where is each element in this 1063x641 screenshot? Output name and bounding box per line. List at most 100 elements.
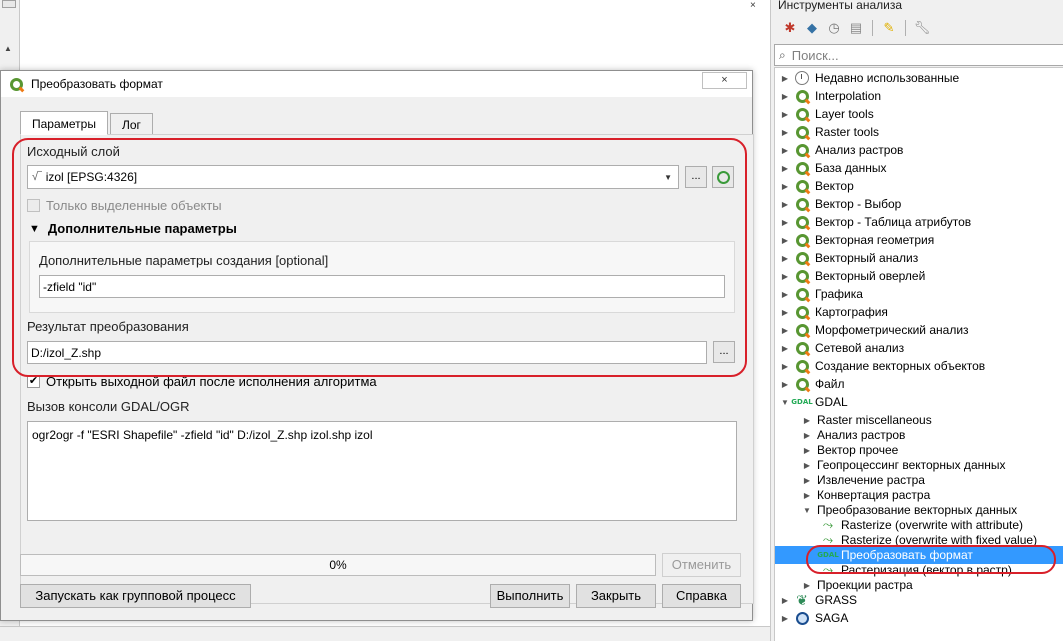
tree-item[interactable]: ▶ Анализ растров — [775, 141, 1063, 159]
qgis-logo-icon — [10, 78, 23, 91]
tree-item[interactable]: ▶ Вектор - Таблица атрибутов — [775, 213, 1063, 231]
tree-item[interactable]: ▶ Raster tools — [775, 123, 1063, 141]
tree-item-label: Raster miscellaneous — [817, 413, 932, 427]
cancel-button[interactable]: Отменить — [662, 553, 741, 577]
expand-arrow-icon[interactable]: ▶ — [801, 581, 813, 590]
gears-icon[interactable]: ✱ — [781, 19, 799, 37]
tree-item[interactable]: ▼ GDAL GDAL — [775, 393, 1063, 411]
expand-arrow-icon[interactable]: ▶ — [779, 92, 791, 101]
expand-arrow-icon[interactable]: ▶ — [779, 146, 791, 155]
qgis-icon — [795, 215, 809, 229]
expand-arrow-icon[interactable]: ▶ — [779, 308, 791, 317]
qgis-icon — [795, 179, 809, 193]
grass-icon: ❦ — [796, 591, 808, 608]
qgis-icon — [795, 269, 809, 283]
edit-icon[interactable]: ✎ — [880, 19, 898, 37]
tree-item[interactable]: ▶ Векторный анализ — [775, 249, 1063, 267]
expand-arrow-icon[interactable]: ▶ — [779, 182, 791, 191]
chevron-up-icon[interactable]: ▲ — [4, 44, 12, 53]
tree-item[interactable]: ▶ База данных — [775, 159, 1063, 177]
python-icon[interactable]: ◆ — [803, 19, 821, 37]
search-placeholder: Поиск... — [791, 47, 839, 63]
results-icon[interactable]: ▤ — [847, 19, 865, 37]
gdal-icon: GDAL — [791, 398, 813, 406]
tree-item[interactable]: ▶ Векторная геометрия — [775, 231, 1063, 249]
expand-arrow-icon[interactable]: ▶ — [779, 110, 791, 119]
expand-arrow-icon[interactable]: ▶ — [779, 200, 791, 209]
tree-item-label: Вектор прочее — [817, 443, 899, 457]
toolbar-button[interactable] — [2, 0, 16, 8]
qgis-icon — [795, 359, 809, 373]
tree-item[interactable]: ▶ Layer tools — [775, 105, 1063, 123]
tree-item[interactable]: ▶ Морфометрический анализ — [775, 321, 1063, 339]
dialog-tabs: Параметры Лог — [20, 111, 155, 135]
expand-arrow-icon[interactable]: ▶ — [779, 380, 791, 389]
rasterize-icon: ⤳ — [822, 517, 834, 532]
expand-arrow-icon[interactable]: ▶ — [779, 326, 791, 335]
expand-arrow-icon[interactable]: ▶ — [801, 491, 813, 500]
expand-arrow-icon[interactable]: ▶ — [779, 218, 791, 227]
tree-item-label: GRASS — [815, 593, 858, 607]
qgis-icon — [795, 287, 809, 301]
expand-arrow-icon[interactable]: ▶ — [801, 431, 813, 440]
expand-arrow-icon[interactable]: ▶ — [779, 236, 791, 245]
highlight-annotation — [806, 545, 1056, 574]
console-command-text[interactable]: ogr2ogr -f "ESRI Shapefile" -zfield "id"… — [27, 421, 737, 521]
tab-log[interactable]: Лог — [109, 113, 153, 135]
tree-item-label: Недавно использованные — [815, 71, 960, 85]
close-icon[interactable]: × — [702, 72, 747, 89]
history-icon[interactable]: ◷ — [825, 19, 843, 37]
expand-arrow-icon[interactable]: ▶ — [779, 74, 791, 83]
tree-item-label: Файл — [815, 377, 845, 391]
tree-item-label: Картография — [815, 305, 888, 319]
expand-arrow-icon[interactable]: ▶ — [801, 446, 813, 455]
collapse-arrow-icon[interactable]: ▼ — [801, 506, 813, 515]
expand-arrow-icon[interactable]: ▶ — [801, 461, 813, 470]
qgis-icon — [795, 197, 809, 211]
run-button[interactable]: Выполнить — [490, 584, 570, 608]
search-input[interactable]: ⌕ Поиск... — [774, 44, 1063, 66]
clock-icon — [795, 71, 809, 85]
qgis-icon — [795, 89, 809, 103]
expand-arrow-icon[interactable]: ▶ — [779, 344, 791, 353]
tree-item[interactable]: ▶ Файл — [775, 375, 1063, 393]
options-icon[interactable]: 🔧︎ — [913, 19, 931, 37]
expand-arrow-icon[interactable]: ▶ — [779, 254, 791, 263]
qgis-icon — [795, 107, 809, 121]
tree-item[interactable]: ▶ Создание векторных объектов — [775, 357, 1063, 375]
tree-item-label: Извлечение растра — [817, 473, 925, 487]
close-icon[interactable]: × — [750, 0, 756, 11]
expand-arrow-icon[interactable]: ▶ — [779, 128, 791, 137]
expand-arrow-icon[interactable]: ▶ — [779, 614, 791, 623]
tree-item[interactable]: ▶ ❦ GRASS — [775, 591, 1063, 609]
close-button[interactable]: Закрыть — [576, 584, 656, 608]
expand-arrow-icon[interactable]: ▶ — [801, 416, 813, 425]
toolbar-separator — [872, 20, 873, 36]
tree-item-label: Морфометрический анализ — [815, 323, 969, 337]
status-bar — [0, 626, 770, 641]
help-button[interactable]: Справка — [662, 584, 741, 608]
expand-arrow-icon[interactable]: ▶ — [779, 290, 791, 299]
batch-process-button[interactable]: Запускать как групповой процесс — [20, 584, 251, 608]
tree-item[interactable]: ▶ Interpolation — [775, 87, 1063, 105]
tree-item[interactable]: ▶ Векторный оверлей — [775, 267, 1063, 285]
expand-arrow-icon[interactable]: ▶ — [801, 476, 813, 485]
expand-arrow-icon[interactable]: ▶ — [779, 596, 791, 605]
tree-item-label: SAGA — [815, 611, 849, 625]
tab-parameters[interactable]: Параметры — [20, 111, 108, 135]
toolbox-toolbar: ✱ ◆ ◷ ▤ ✎ 🔧︎ — [781, 18, 931, 38]
expand-arrow-icon[interactable]: ▶ — [779, 272, 791, 281]
tree-item[interactable]: ▶ Вектор - Выбор — [775, 195, 1063, 213]
qgis-icon — [795, 125, 809, 139]
collapse-arrow-icon[interactable]: ▼ — [779, 398, 791, 407]
tree-item[interactable]: ▶ Графика — [775, 285, 1063, 303]
tree-item[interactable]: ▶ SAGA — [775, 609, 1063, 627]
tree-item[interactable]: ▶ Картография — [775, 303, 1063, 321]
tree-item[interactable]: ▶ Сетевой анализ — [775, 339, 1063, 357]
tree-item[interactable]: ▶ Вектор — [775, 177, 1063, 195]
expand-arrow-icon[interactable]: ▶ — [779, 164, 791, 173]
tree-item[interactable]: ▶ Недавно использованные — [775, 69, 1063, 87]
expand-arrow-icon[interactable]: ▶ — [779, 362, 791, 371]
highlight-annotation — [12, 138, 747, 377]
qgis-icon — [795, 377, 809, 391]
